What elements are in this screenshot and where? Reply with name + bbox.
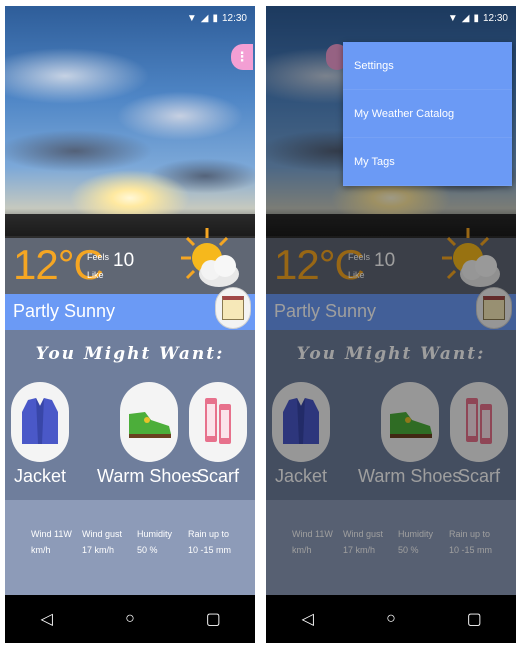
battery-icon: ▮ xyxy=(212,12,218,24)
recents-icon[interactable]: ▢ xyxy=(198,609,228,629)
weather-details: Wind 11W km/h Wind gust 17 km/h Humidity 50… xyxy=(5,500,255,595)
calendar-button[interactable] xyxy=(215,287,251,329)
suggestion-label: Warm Shoes xyxy=(97,466,201,486)
suggestion-jacket[interactable]: Jacket xyxy=(11,382,69,487)
sky-background-image xyxy=(5,6,255,236)
navigation-bar: ◁ ○ ▢ xyxy=(5,595,255,643)
suggestion-label: Jacket xyxy=(13,466,67,486)
status-time: 12:30 xyxy=(482,12,508,24)
menu-item-my-tags[interactable]: My Tags xyxy=(343,138,512,186)
menu-item-my-weather-catalog[interactable]: My Weather Catalog xyxy=(343,90,512,138)
partly-sunny-icon xyxy=(181,228,239,287)
condition-text: Partly Sunny xyxy=(13,301,116,321)
signal-icon: ◢ xyxy=(200,12,209,24)
back-icon[interactable]: ◁ xyxy=(293,609,323,629)
status-bar: ▼ ◢ ▮ 12:30 xyxy=(5,6,255,30)
overflow-menu: Settings My Weather Catalog My Tags xyxy=(343,42,512,186)
weather-screen-menu-open: ▼ ◢ ▮ 12:30 12°C Feels Like 10 Partly Su… xyxy=(266,6,516,643)
recents-icon[interactable]: ▢ xyxy=(459,609,489,629)
menu-item-settings[interactable]: Settings xyxy=(343,42,512,90)
home-icon[interactable]: ○ xyxy=(115,610,145,628)
more-vert-icon: ⋮ xyxy=(235,49,249,64)
status-bar: ▼ ◢ ▮ 12:30 xyxy=(266,6,516,30)
weather-screen: ▼ ◢ ▮ 12:30 ⋮ 12°C Feels Like 10 Partly … xyxy=(5,6,255,643)
scarf-icon xyxy=(205,398,231,444)
detail-wind: Wind 11W km/h xyxy=(31,529,72,555)
wifi-icon: ▼ xyxy=(186,12,197,24)
suggestion-scarf[interactable]: Scarf xyxy=(189,382,247,487)
suggestion-warm-shoes[interactable]: Warm Shoes xyxy=(97,382,200,487)
shoe-icon xyxy=(128,412,171,438)
calendar-icon xyxy=(222,296,244,320)
overflow-menu-button[interactable]: ⋮ xyxy=(231,44,253,70)
suggestion-label: Scarf xyxy=(196,466,239,486)
home-icon[interactable]: ○ xyxy=(376,610,406,628)
jacket-icon xyxy=(22,398,58,444)
navigation-bar: ◁ ○ ▢ xyxy=(266,595,516,643)
suggestions-heading: You Might Want: xyxy=(35,344,225,364)
suggestions-panel: You Might Want: Jacket Warm Shoes Scarf xyxy=(5,330,255,500)
detail-wind-gust: Wind gust 17 km/h xyxy=(82,529,123,555)
temperature-band: 12°C Feels Like 10 xyxy=(5,228,255,294)
feels-like-value: 10 xyxy=(113,250,135,271)
status-time: 12:30 xyxy=(221,12,247,24)
battery-icon: ▮ xyxy=(473,12,479,24)
wifi-icon: ▼ xyxy=(447,12,458,24)
back-icon[interactable]: ◁ xyxy=(32,609,62,629)
detail-rain: Rain up to 10 -15 mm xyxy=(188,529,232,555)
signal-icon: ◢ xyxy=(461,12,470,24)
detail-humidity: Humidity 50 % xyxy=(137,529,173,555)
feels-like-label: Feels Like xyxy=(87,252,110,280)
